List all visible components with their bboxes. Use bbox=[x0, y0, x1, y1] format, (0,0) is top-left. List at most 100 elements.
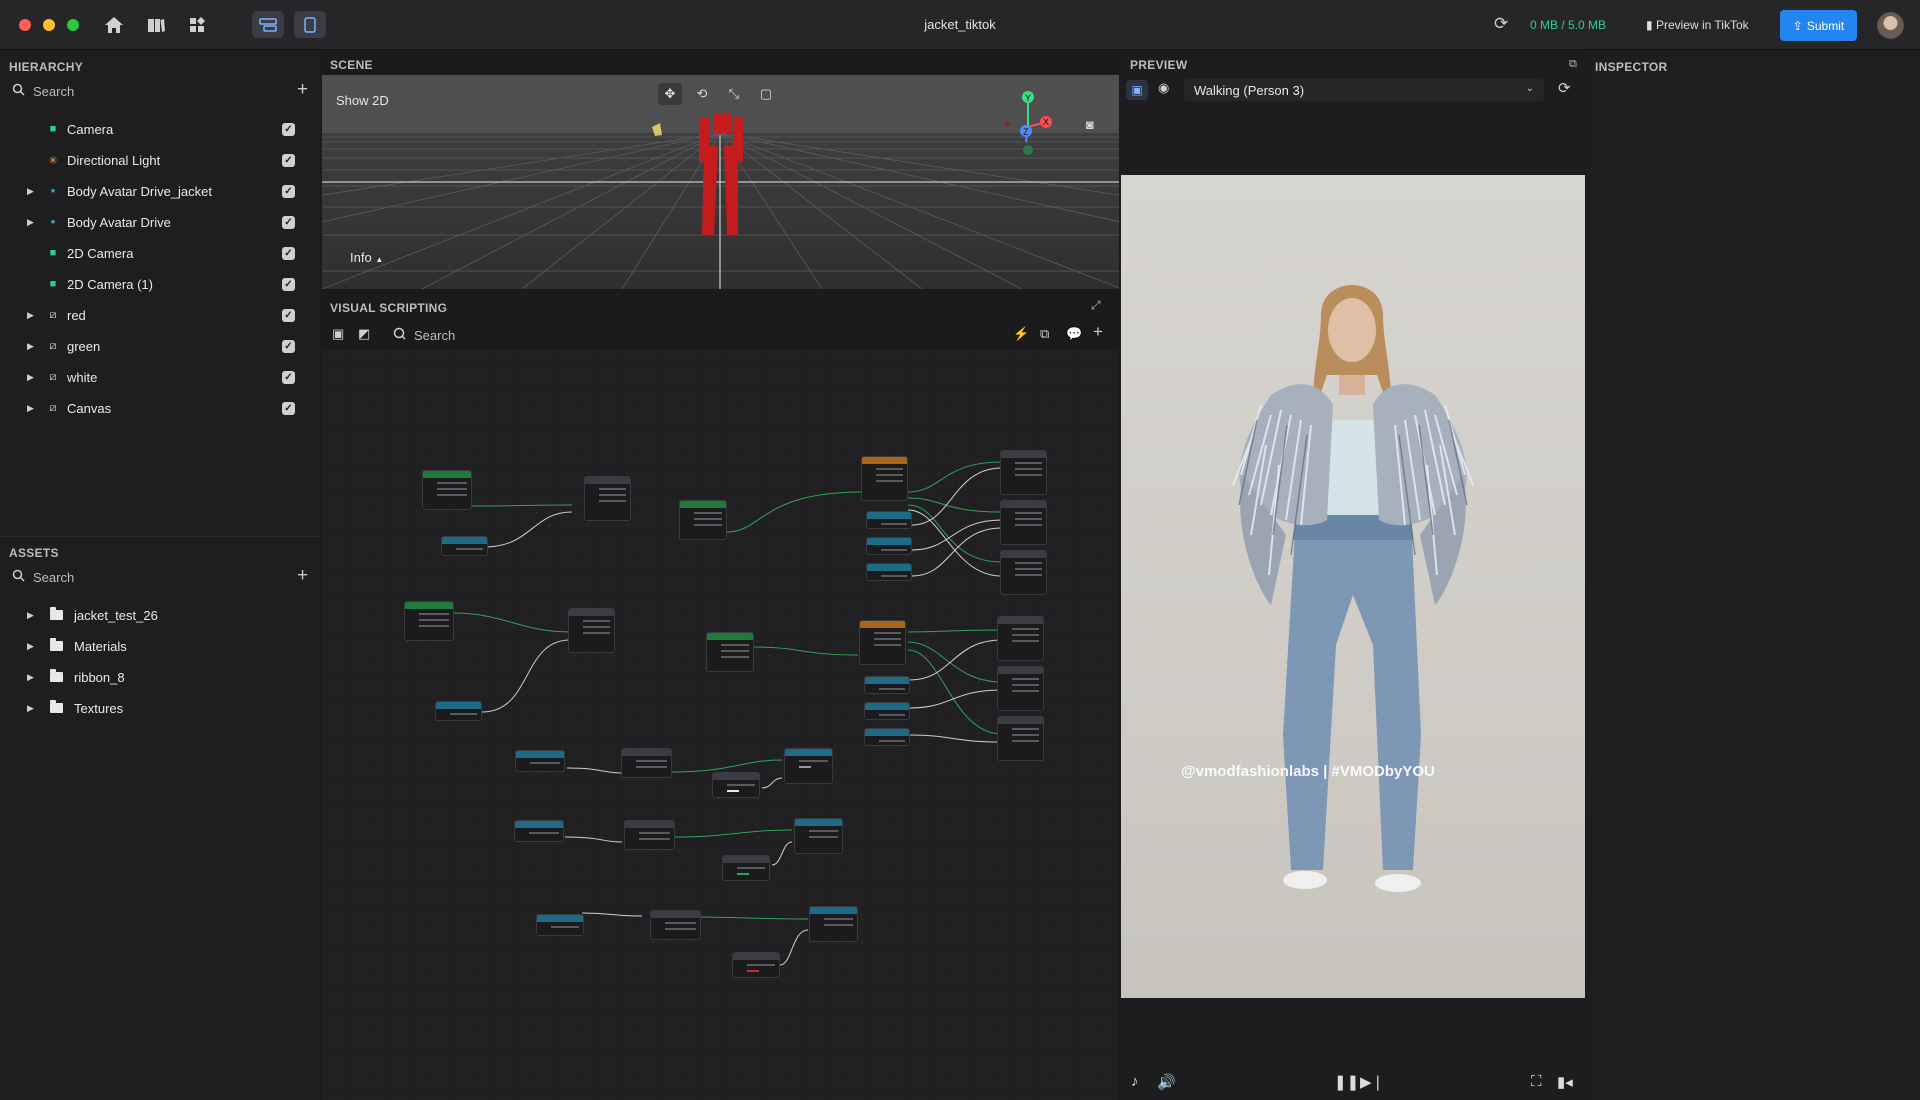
comment-icon[interactable]: 💬 bbox=[1066, 326, 1082, 342]
expand-caret-icon[interactable]: ▶ bbox=[27, 703, 34, 714]
reload-preview-icon[interactable]: ⟳ bbox=[1558, 79, 1571, 97]
scene-viewport[interactable]: Show 2D Info ▲ ✥ ⟲ ⤡ ▢ Y X Z ◙ bbox=[322, 75, 1119, 289]
expand-caret-icon[interactable]: ▶ bbox=[27, 186, 34, 197]
assets-search[interactable]: Search bbox=[12, 569, 74, 585]
graph-node[interactable] bbox=[1000, 500, 1047, 545]
graph-node[interactable] bbox=[584, 476, 631, 521]
graph-node[interactable] bbox=[404, 601, 454, 641]
graph-node[interactable] bbox=[514, 820, 564, 842]
tree-item-canvas[interactable]: ▶ ⧄ Canvas ✓ bbox=[0, 396, 300, 420]
rect-tool-icon[interactable]: ▢ bbox=[754, 83, 778, 105]
graph-node[interactable] bbox=[650, 910, 701, 940]
asset-folder-jacket-test-26[interactable]: ▶ jacket_test_26 bbox=[0, 605, 320, 629]
visibility-checkbox[interactable]: ✓ bbox=[282, 246, 295, 260]
apps-icon[interactable] bbox=[186, 13, 210, 37]
graph-node[interactable] bbox=[706, 632, 754, 672]
graph-node[interactable] bbox=[809, 906, 858, 942]
graph-node[interactable] bbox=[864, 676, 910, 694]
asset-folder-ribbon-8[interactable]: ▶ ribbon_8 bbox=[0, 667, 320, 691]
visibility-checkbox[interactable]: ✓ bbox=[282, 308, 295, 322]
expand-caret-icon[interactable]: ▶ bbox=[27, 641, 34, 652]
graph-node[interactable] bbox=[866, 537, 912, 555]
graph-node[interactable] bbox=[997, 716, 1044, 761]
step-forward-icon[interactable]: ▶❘ bbox=[1360, 1073, 1384, 1091]
show-2d-toggle[interactable]: Show 2D bbox=[336, 93, 389, 108]
graph-node[interactable] bbox=[536, 914, 584, 936]
graph-node[interactable] bbox=[1000, 450, 1047, 495]
axis-gizmo[interactable]: Y X Z bbox=[1002, 87, 1062, 157]
graph-node[interactable] bbox=[997, 666, 1044, 711]
popout-icon[interactable]: ⧉ bbox=[1569, 58, 1577, 71]
magic-wand-icon[interactable]: ⚡ bbox=[1013, 326, 1029, 342]
graph-node[interactable] bbox=[732, 952, 780, 978]
add-node-button[interactable]: + bbox=[1093, 322, 1103, 342]
tree-item-body-avatar-drive[interactable]: ▶ ⭑ Body Avatar Drive ✓ bbox=[0, 210, 300, 234]
graph-node[interactable] bbox=[568, 608, 615, 653]
graph-node[interactable] bbox=[859, 620, 906, 665]
tree-item-camera[interactable]: ■ Camera ✓ bbox=[0, 117, 300, 141]
expand-caret-icon[interactable]: ▶ bbox=[27, 672, 34, 683]
zoom-window-button[interactable] bbox=[67, 19, 79, 31]
tiktok-icon[interactable]: ♪ bbox=[1131, 1073, 1139, 1090]
screenshot-icon[interactable]: ⛶ bbox=[1531, 1073, 1542, 1090]
graph-node[interactable] bbox=[679, 500, 727, 540]
scale-tool-icon[interactable]: ⤡ bbox=[722, 83, 746, 105]
expand-caret-icon[interactable]: ▶ bbox=[27, 372, 34, 383]
expand-caret-icon[interactable]: ▶ bbox=[27, 610, 34, 621]
tree-item-2d-camera[interactable]: ■ 2D Camera ✓ bbox=[0, 241, 300, 265]
visual-scripting-canvas[interactable] bbox=[322, 350, 1119, 1100]
pause-icon[interactable]: ❚❚ bbox=[1334, 1073, 1359, 1091]
visibility-checkbox[interactable]: ✓ bbox=[282, 153, 295, 167]
camera-view-icon[interactable]: ◙ bbox=[1086, 117, 1094, 132]
layout-toggle-icon[interactable] bbox=[252, 11, 284, 38]
graph-node[interactable] bbox=[866, 511, 912, 529]
record-icon[interactable]: ▮◂ bbox=[1557, 1073, 1573, 1091]
expand-caret-icon[interactable]: ▶ bbox=[27, 403, 34, 414]
visibility-checkbox[interactable]: ✓ bbox=[282, 122, 295, 136]
graph-node[interactable] bbox=[866, 563, 912, 581]
graph-node[interactable] bbox=[435, 701, 482, 721]
close-window-button[interactable] bbox=[19, 19, 31, 31]
volume-icon[interactable]: 🔊 bbox=[1157, 1073, 1176, 1091]
visibility-checkbox[interactable]: ✓ bbox=[282, 277, 295, 291]
visibility-checkbox[interactable]: ✓ bbox=[282, 184, 295, 198]
graph-node[interactable] bbox=[712, 772, 760, 798]
visibility-checkbox[interactable]: ✓ bbox=[282, 370, 295, 384]
tree-item-2d-camera-1[interactable]: ■ 2D Camera (1) ✓ bbox=[0, 272, 300, 296]
minimize-window-button[interactable] bbox=[43, 19, 55, 31]
device-toggle-icon[interactable] bbox=[294, 11, 326, 38]
add-object-button[interactable]: + bbox=[297, 79, 308, 101]
expand-caret-icon[interactable]: ▶ bbox=[27, 310, 34, 321]
expand-caret-icon[interactable]: ▶ bbox=[27, 217, 34, 228]
hierarchy-search[interactable]: Search bbox=[12, 83, 74, 99]
graph-node[interactable] bbox=[515, 750, 565, 772]
graph-node[interactable] bbox=[997, 616, 1044, 661]
animation-select[interactable]: Walking (Person 3) ⌄ bbox=[1184, 79, 1544, 101]
submit-button[interactable]: ⇪ Submit bbox=[1780, 10, 1857, 41]
graph-node[interactable] bbox=[624, 820, 675, 850]
graph-node[interactable] bbox=[864, 702, 910, 720]
graph-node[interactable] bbox=[441, 536, 488, 556]
webcam-icon[interactable]: ◉ bbox=[1158, 80, 1169, 96]
visibility-checkbox[interactable]: ✓ bbox=[282, 401, 295, 415]
graph-node[interactable] bbox=[794, 818, 843, 854]
tree-item-white[interactable]: ▶ ⧄ white ✓ bbox=[0, 365, 300, 389]
graph-node[interactable] bbox=[621, 748, 672, 778]
book-icon[interactable] bbox=[144, 13, 168, 37]
visual-scripting-search[interactable]: Search bbox=[393, 327, 455, 343]
info-toggle[interactable]: Info ▲ bbox=[350, 250, 383, 265]
visibility-checkbox[interactable]: ✓ bbox=[282, 339, 295, 353]
preview-video[interactable]: @vmodfashionlabs | #VMODbyYOU bbox=[1121, 175, 1585, 998]
tree-item-green[interactable]: ▶ ⧄ green ✓ bbox=[0, 334, 300, 358]
graph-node[interactable] bbox=[864, 728, 910, 746]
graph-node[interactable] bbox=[861, 456, 908, 501]
refresh-icon[interactable]: ⟳ bbox=[1494, 14, 1508, 34]
graph-node[interactable] bbox=[722, 855, 770, 881]
home-icon[interactable] bbox=[102, 13, 126, 37]
rotate-tool-icon[interactable]: ⟲ bbox=[690, 83, 714, 105]
tree-item-directional-light[interactable]: ✳ Directional Light ✓ bbox=[0, 148, 300, 172]
graph-node[interactable] bbox=[784, 748, 833, 784]
simulator-mode-icon[interactable]: ▣ bbox=[1126, 80, 1148, 100]
avatar[interactable] bbox=[1877, 12, 1904, 39]
preview-in-tiktok-button[interactable]: ▮ Preview in TikTok bbox=[1646, 18, 1749, 32]
